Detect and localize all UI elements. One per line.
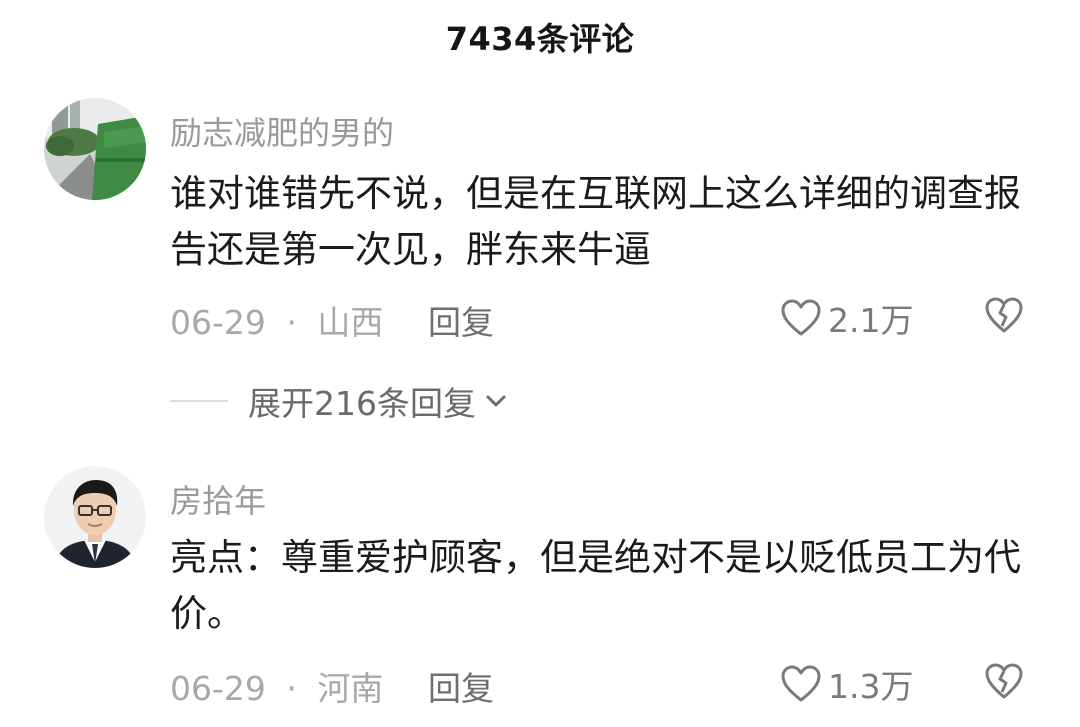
dislike-button[interactable] <box>984 662 1024 702</box>
man-in-suit-avatar-icon <box>44 466 146 568</box>
like-button[interactable]: 1.3万 <box>780 660 913 708</box>
like-count: 1.3万 <box>828 667 914 706</box>
comment-username[interactable]: 房拾年 <box>170 476 266 522</box>
comment-meta: 06-29 · 河南 <box>170 662 383 710</box>
like-count: 2.1万 <box>828 301 914 340</box>
comments-count-title: 7434条评论 <box>445 20 635 58</box>
street-photo-avatar-icon <box>44 98 146 200</box>
comment-location: 河南 <box>317 669 384 708</box>
broken-heart-icon <box>985 297 1023 333</box>
heart-outline-icon <box>781 665 821 702</box>
broken-heart-icon <box>985 663 1023 699</box>
dislike-button[interactable] <box>984 296 1024 336</box>
comment-text: 谁对谁错先不说，但是在互联网上这么详细的调查报告还是第一次见，胖东来牛逼 <box>170 172 1021 271</box>
chevron-down-icon <box>486 395 506 407</box>
avatar[interactable] <box>44 98 146 200</box>
comment-username[interactable]: 励志减肥的男的 <box>170 108 394 154</box>
expand-divider <box>170 400 228 402</box>
meta-separator: · <box>286 303 297 342</box>
comment-meta: 06-29 · 山西 <box>170 296 383 344</box>
comment-text: 亮点：尊重爱护顾客，但是绝对不是以贬低员工为代价。 <box>170 536 1021 635</box>
meta-separator: · <box>286 669 297 708</box>
comment-date: 06-29 <box>170 303 266 342</box>
expand-replies-button[interactable]: 展开216条回复 <box>170 377 508 425</box>
like-button[interactable]: 2.1万 <box>780 294 913 342</box>
comment-location: 山西 <box>317 303 384 342</box>
comment-date: 06-29 <box>170 669 266 708</box>
avatar[interactable] <box>44 466 146 568</box>
reply-button[interactable]: 回复 <box>428 662 494 710</box>
reply-button[interactable]: 回复 <box>428 296 494 344</box>
heart-outline-icon <box>781 299 821 336</box>
expand-replies-label: 展开216条回复 <box>248 384 476 423</box>
